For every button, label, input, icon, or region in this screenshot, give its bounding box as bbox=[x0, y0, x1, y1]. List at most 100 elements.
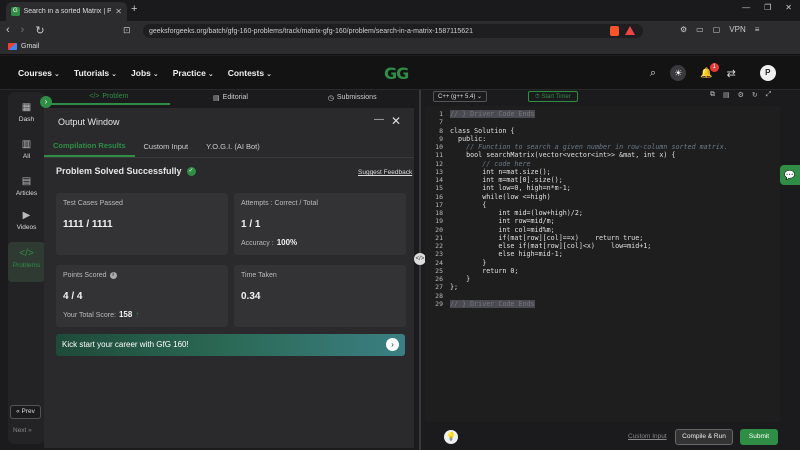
sidebar-icon[interactable]: ▭ bbox=[696, 25, 704, 34]
code-line: int mid=(low+high)/2; bbox=[450, 209, 583, 217]
close-icon[interactable]: ✕ bbox=[391, 114, 401, 128]
lightbulb-icon[interactable]: 💡 bbox=[444, 430, 458, 444]
browser-toolbar: ⚙ ▭ ▢ VPN ≡ bbox=[680, 25, 759, 34]
code-line: else if(mat[row][col]<x) low=mid+1; bbox=[450, 242, 652, 250]
compile-run-button[interactable]: Compile & Run bbox=[675, 429, 733, 445]
sidebar-item-videos[interactable]: ▶ Videos bbox=[8, 210, 45, 231]
next-button[interactable]: Next » bbox=[13, 427, 32, 434]
brave-shield-icon[interactable] bbox=[610, 26, 619, 36]
code-line: else high=mid-1; bbox=[450, 250, 563, 259]
sidebar-item-problems[interactable]: </> Problems bbox=[8, 242, 45, 282]
settings-icon[interactable]: ⚙ bbox=[738, 91, 744, 99]
submit-button[interactable]: Submit bbox=[740, 429, 778, 445]
forward-icon[interactable]: › bbox=[21, 24, 25, 37]
wallet-icon[interactable]: ▢ bbox=[713, 25, 721, 34]
panel-divider[interactable] bbox=[419, 90, 421, 450]
line-number: 20 bbox=[435, 225, 443, 234]
tab-editorial[interactable]: ▤ Editorial bbox=[170, 90, 292, 105]
new-tab-icon[interactable]: + bbox=[131, 3, 137, 15]
extensions-icon[interactable]: ⚙ bbox=[680, 25, 687, 34]
code-line: // } Driver Code Ends bbox=[450, 110, 535, 118]
close-window-icon[interactable]: ✕ bbox=[785, 3, 792, 12]
close-tab-icon[interactable]: ✕ bbox=[115, 7, 122, 16]
line-number: 23 bbox=[435, 250, 443, 259]
maximize-icon[interactable]: ❐ bbox=[764, 3, 771, 12]
tab-custom-input[interactable]: Custom Input bbox=[135, 136, 198, 157]
suggest-feedback-link[interactable]: Suggest Feedback bbox=[358, 169, 412, 176]
nav-tutorials[interactable]: Tutorials ⌄ bbox=[74, 68, 117, 78]
tab-problem[interactable]: </> Problem bbox=[48, 90, 170, 105]
info-icon[interactable]: i bbox=[109, 272, 117, 279]
header-actions: ⌕ ☀ 🔔 1 ⇄ P bbox=[650, 62, 776, 81]
code-line: bool searchMatrix(vector<vector<int>> &m… bbox=[450, 151, 676, 160]
theme-toggle-icon[interactable]: ☀ bbox=[670, 65, 687, 81]
url-field[interactable]: geeksforgeeks.org/batch/gfg-160-problems… bbox=[143, 24, 643, 38]
gmail-icon bbox=[8, 43, 17, 50]
fullscreen-icon[interactable]: ⤢ bbox=[766, 91, 772, 99]
clock-icon: ◷ bbox=[327, 94, 334, 102]
problem-tabs: </> Problem ▤ Editorial ◷ Submissions bbox=[48, 90, 413, 105]
document-icon: ▤ bbox=[213, 94, 220, 102]
brave-rewards-icon[interactable] bbox=[625, 26, 635, 35]
code-line: if(mat[row][col]==x) return true; bbox=[450, 233, 644, 242]
language-select[interactable]: C++ (g++ 5.4) ⌄ bbox=[433, 91, 488, 102]
custom-input-link[interactable]: Custom Input bbox=[628, 433, 667, 440]
sidebar-item-all[interactable]: ▥ All bbox=[8, 139, 45, 160]
gfg-logo[interactable]: GG bbox=[384, 64, 409, 83]
tab-compilation-results[interactable]: Compilation Results bbox=[44, 136, 135, 157]
code-line: // Function to search a given number in … bbox=[450, 143, 728, 151]
promo-banner[interactable]: Kick start your career with GfG 160! › bbox=[56, 334, 405, 356]
code-line: int m=mat[0].size(); bbox=[450, 176, 563, 184]
output-window-title: Output Window bbox=[58, 117, 120, 127]
code-editor[interactable]: 1 // } Driver Code Ends 7 8 class Solution {… bbox=[425, 106, 780, 422]
prev-button[interactable]: « Prev bbox=[10, 405, 41, 419]
start-timer-button[interactable]: ⏱ Start Timer bbox=[528, 91, 578, 102]
translate-icon[interactable]: ⇄ bbox=[727, 67, 736, 80]
tab-yogi-bot[interactable]: Y.O.G.I. (AI Bot) bbox=[197, 136, 269, 157]
code-line: int row=mid/m; bbox=[450, 217, 555, 226]
check-icon: ✓ bbox=[186, 166, 196, 176]
test-cases-card: Test Cases Passed 1111 / 1111 bbox=[56, 193, 228, 255]
avatar[interactable]: P bbox=[759, 65, 776, 81]
editor-bottom-bar: 💡 Custom Input Compile & Run Submit bbox=[425, 425, 780, 450]
code-line: public: bbox=[450, 134, 487, 143]
reload-icon[interactable]: ↻ bbox=[35, 24, 44, 37]
code-line: while(low <=high) bbox=[450, 192, 551, 201]
search-icon[interactable]: ⌕ bbox=[650, 67, 656, 80]
minimize-icon[interactable]: — bbox=[742, 3, 750, 12]
document-icon[interactable]: ▤ bbox=[723, 91, 730, 99]
gfg-favicon-icon: G bbox=[11, 7, 20, 16]
reset-icon[interactable]: ↻ bbox=[752, 91, 758, 99]
code-line: // code here bbox=[450, 159, 531, 168]
editor-toolbar: C++ (g++ 5.4) ⌄ ⏱ Start Timer ⧉ ▤ ⚙ ↻ ⤢ bbox=[425, 90, 780, 104]
copy-icon[interactable]: ⧉ bbox=[710, 91, 715, 99]
code-line: int low=0, high=n*m-1; bbox=[450, 184, 571, 193]
sidebar-item-dash[interactable]: ▦ Dash bbox=[8, 102, 45, 123]
nav-contests[interactable]: Contests ⌄ bbox=[228, 68, 272, 78]
chat-icon[interactable]: 💬 bbox=[780, 165, 800, 185]
bookmark-icon[interactable]: ⊡ bbox=[123, 25, 131, 36]
test-cases-value: 1111 / 1111 bbox=[63, 219, 113, 230]
line-number: 19 bbox=[435, 217, 443, 226]
code-icon: </> bbox=[89, 93, 100, 100]
tab-submissions[interactable]: ◷ Submissions bbox=[291, 90, 413, 105]
line-number: 13 bbox=[435, 167, 443, 176]
vpn-button[interactable]: VPN bbox=[729, 25, 745, 34]
gmail-bookmark[interactable]: Gmail bbox=[8, 43, 39, 50]
notification-icon[interactable]: 🔔 1 bbox=[700, 62, 719, 79]
line-number: 25 bbox=[435, 266, 443, 275]
minimize-icon[interactable]: — bbox=[374, 114, 384, 125]
sidebar-item-articles[interactable]: ▤ Articles bbox=[8, 176, 45, 197]
menu-icon[interactable]: ≡ bbox=[755, 25, 760, 34]
browser-tab[interactable]: G Search in a sorted Matrix | Prac ✕ bbox=[6, 2, 127, 21]
line-number: 11 bbox=[435, 151, 443, 160]
window-controls: — ❐ ✕ bbox=[742, 3, 792, 12]
nav-practice[interactable]: Practice ⌄ bbox=[173, 68, 214, 78]
nav-jobs[interactable]: Jobs ⌄ bbox=[131, 68, 159, 78]
editor-icons: ⧉ ▤ ⚙ ↻ ⤢ bbox=[710, 91, 771, 99]
chevron-right-icon[interactable]: › bbox=[386, 338, 399, 351]
address-bar: ‹ › ↻ ⊡ geeksforgeeks.org/batch/gfg-160-… bbox=[0, 21, 800, 41]
back-icon[interactable]: ‹ bbox=[6, 24, 10, 37]
nav-courses[interactable]: Courses ⌄ bbox=[18, 68, 60, 78]
status-message: Problem Solved Successfully ✓ bbox=[56, 166, 196, 176]
